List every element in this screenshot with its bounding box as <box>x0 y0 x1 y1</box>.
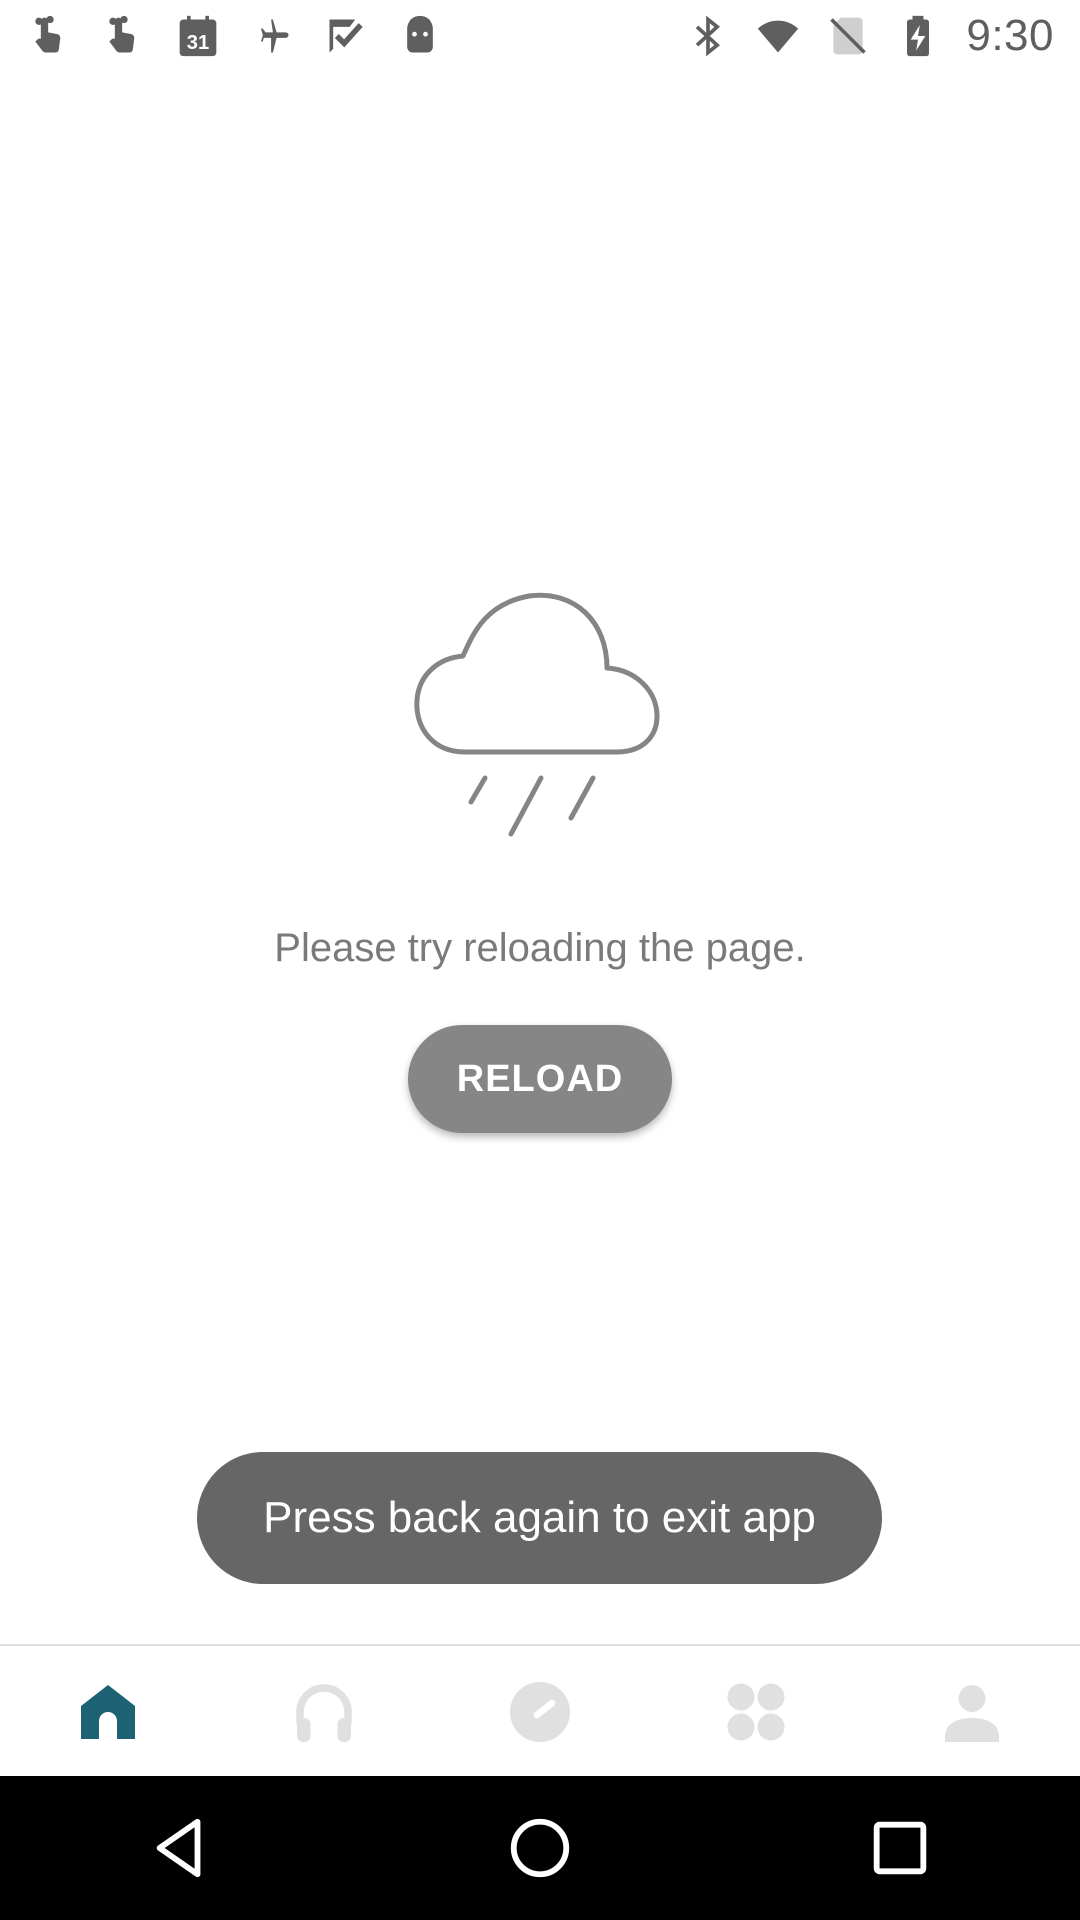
exit-toast: Press back again to exit app <box>197 1452 882 1584</box>
wifi-icon <box>756 14 800 58</box>
system-nav-bar <box>0 1776 1080 1920</box>
headphones-icon <box>296 1684 352 1742</box>
nav-home[interactable] <box>0 1646 216 1778</box>
recents-icon <box>873 1821 927 1875</box>
screen: 31 9:30 Please try reloading the page. R… <box>0 0 1080 1920</box>
gauge-icon <box>510 1682 570 1742</box>
status-bar-left: 31 <box>0 0 442 72</box>
rain-cloud-icon <box>414 592 660 837</box>
battery-charging-icon <box>896 14 940 58</box>
back-icon <box>156 1818 201 1878</box>
nav-dashboard[interactable] <box>432 1646 648 1778</box>
calendar-day-text: 31 <box>187 32 209 54</box>
touch-gesture-icon <box>102 14 146 58</box>
grid-icon <box>727 1683 785 1741</box>
calendar-icon: 31 <box>176 14 220 58</box>
reload-button[interactable]: RELOAD <box>408 1025 672 1133</box>
error-message: Please try reloading the page. <box>274 926 806 970</box>
system-home-button[interactable] <box>480 1788 600 1908</box>
nav-categories[interactable] <box>648 1646 864 1778</box>
error-state: Please try reloading the page. RELOAD <box>0 560 1080 1133</box>
nav-profile[interactable] <box>864 1646 1080 1778</box>
home-icon <box>81 1685 135 1739</box>
system-back-button[interactable] <box>120 1788 240 1908</box>
bottom-nav <box>0 1644 1080 1778</box>
bluetooth-icon <box>686 14 730 58</box>
android-icon <box>398 14 442 58</box>
nav-listen[interactable] <box>216 1646 432 1778</box>
status-clock: 9:30 <box>966 11 1054 60</box>
touch-gesture-icon <box>28 14 72 58</box>
status-bar-right: 9:30 <box>686 0 1080 72</box>
airplane-icon <box>250 14 294 58</box>
system-recents-button[interactable] <box>840 1788 960 1908</box>
profile-icon <box>945 1685 999 1742</box>
no-sim-icon <box>826 14 870 58</box>
tasks-check-icon <box>324 14 368 58</box>
home-circle-icon <box>510 1818 570 1878</box>
status-bar: 31 9:30 <box>0 0 1080 72</box>
